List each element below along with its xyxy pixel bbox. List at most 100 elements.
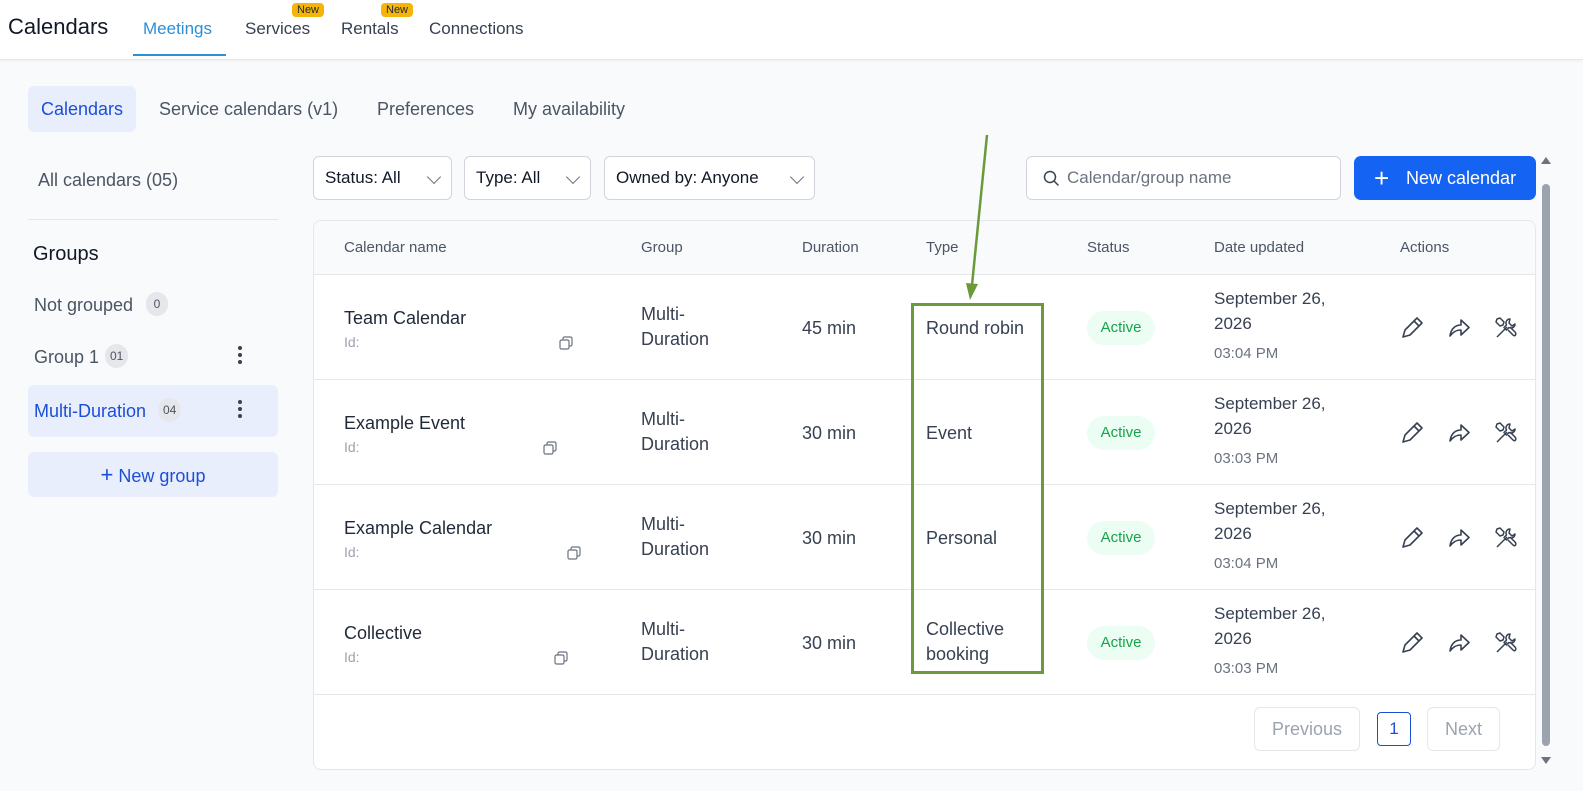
chevron-down-icon — [789, 169, 805, 185]
settings-tools-icon[interactable] — [1493, 630, 1519, 656]
group-item-group-1[interactable]: Group 1 01 — [28, 331, 278, 383]
status-filter-label: Status: All — [325, 168, 401, 187]
group-count-badge: 01 — [105, 344, 129, 368]
header-calendar-name: Calendar name — [344, 239, 447, 256]
search-icon — [1043, 170, 1059, 186]
tab-services[interactable]: Services — [245, 19, 310, 39]
scrollbar-thumb[interactable] — [1542, 184, 1550, 746]
status-badge: Active — [1087, 311, 1155, 345]
date-updated-line1: September 26, — [1214, 394, 1326, 413]
settings-tools-icon[interactable] — [1493, 315, 1519, 341]
annotation-highlight-box — [911, 303, 1044, 674]
calendar-name[interactable]: Example Calendar — [344, 518, 492, 539]
subtab-preferences[interactable]: Preferences — [364, 86, 487, 132]
new-badge-rentals: New — [381, 3, 414, 17]
share-icon[interactable] — [1446, 315, 1472, 341]
calendar-id: Id: — [344, 334, 360, 350]
group-cell-line1: Multi- — [641, 304, 685, 324]
new-group-label: New group — [118, 466, 206, 486]
groups-title: Groups — [33, 243, 99, 265]
settings-tools-icon[interactable] — [1493, 420, 1519, 446]
status-badge: Active — [1087, 521, 1155, 555]
calendar-id: Id: — [344, 544, 360, 560]
group-count-badge: 04 — [158, 398, 182, 422]
app-title: Calendars — [8, 14, 109, 39]
tab-connections[interactable]: Connections — [429, 19, 524, 39]
new-badge-services: New — [292, 3, 325, 17]
edit-pencil-icon[interactable] — [1399, 630, 1425, 656]
tab-meetings[interactable]: Meetings — [143, 19, 212, 39]
settings-tools-icon[interactable] — [1493, 525, 1519, 551]
edit-pencil-icon[interactable] — [1399, 420, 1425, 446]
group-label: Not grouped — [34, 295, 134, 315]
edit-pencil-icon[interactable] — [1399, 315, 1425, 341]
calendar-id: Id: — [344, 649, 360, 665]
plus-icon: + — [1374, 163, 1390, 193]
time-updated: 03:04 PM — [1214, 345, 1279, 362]
status-filter[interactable]: Status: All — [313, 156, 452, 200]
copy-icon[interactable] — [567, 546, 581, 560]
group-cell-line2: Duration — [641, 644, 710, 664]
subtab-service-calendars[interactable]: Service calendars (v1) — [146, 86, 351, 132]
header-group: Group — [641, 239, 683, 256]
search-input[interactable] — [1067, 157, 1337, 199]
group-cell-line1: Multi- — [641, 514, 685, 534]
edit-pencil-icon[interactable] — [1399, 525, 1425, 551]
share-icon[interactable] — [1446, 525, 1472, 551]
type-filter[interactable]: Type: All — [464, 156, 591, 200]
new-calendar-label: New calendar — [1406, 168, 1517, 188]
group-count-badge: 0 — [146, 292, 168, 316]
duration-cell: 30 min — [802, 528, 857, 548]
duration-cell: 30 min — [802, 633, 857, 653]
copy-icon[interactable] — [559, 336, 573, 350]
group-item-not-grouped[interactable]: Not grouped 0 — [28, 279, 278, 331]
header-duration: Duration — [802, 239, 859, 256]
date-updated-line1: September 26, — [1214, 289, 1326, 308]
copy-icon[interactable] — [543, 441, 557, 455]
previous-page-button[interactable]: Previous — [1254, 707, 1360, 751]
group-cell-line2: Duration — [641, 434, 710, 454]
status-badge: Active — [1087, 416, 1155, 450]
search-box — [1026, 156, 1341, 200]
group-menu-icon[interactable] — [232, 343, 248, 371]
new-group-button[interactable]: + New group — [28, 452, 278, 497]
type-filter-label: Type: All — [476, 168, 541, 187]
plus-icon: + — [100, 462, 114, 487]
date-updated-line1: September 26, — [1214, 499, 1326, 518]
time-updated: 03:03 PM — [1214, 660, 1279, 677]
calendar-name[interactable]: Team Calendar — [344, 308, 466, 329]
subtab-calendars[interactable]: Calendars — [28, 86, 137, 132]
chevron-down-icon — [426, 169, 442, 185]
group-menu-icon[interactable] — [232, 397, 248, 425]
time-updated: 03:04 PM — [1214, 555, 1279, 572]
new-calendar-button[interactable]: + New calendar — [1354, 156, 1536, 200]
owned-by-filter-label: Owned by: Anyone — [616, 168, 759, 187]
time-updated: 03:03 PM — [1214, 450, 1279, 467]
scroll-down-arrow-icon[interactable] — [1541, 757, 1551, 764]
sidebar-divider — [28, 219, 278, 220]
group-label: Group 1 — [34, 347, 100, 367]
next-page-button[interactable]: Next — [1427, 707, 1500, 751]
calendar-name[interactable]: Collective — [344, 623, 422, 644]
scroll-up-arrow-icon[interactable] — [1541, 157, 1551, 164]
share-icon[interactable] — [1446, 420, 1472, 446]
copy-icon[interactable] — [554, 651, 568, 665]
group-item-multi-duration[interactable]: Multi-Duration 04 — [28, 385, 278, 437]
group-cell-line1: Multi- — [641, 409, 685, 429]
calendar-name[interactable]: Example Event — [344, 413, 465, 434]
tab-rentals[interactable]: Rentals — [341, 19, 399, 39]
date-updated-line2: 2026 — [1214, 524, 1252, 543]
active-tab-indicator — [133, 54, 226, 56]
header-actions: Actions — [1400, 239, 1450, 256]
calendar-id: Id: — [344, 439, 360, 455]
share-icon[interactable] — [1446, 630, 1472, 656]
page-number-button[interactable]: 1 — [1377, 712, 1411, 746]
all-calendars-link[interactable]: All calendars (05) — [38, 170, 178, 191]
date-updated-line2: 2026 — [1214, 629, 1252, 648]
owned-by-filter[interactable]: Owned by: Anyone — [604, 156, 815, 200]
header-date-updated: Date updated — [1214, 239, 1305, 256]
chevron-down-icon — [565, 169, 581, 185]
date-updated-line2: 2026 — [1214, 419, 1252, 438]
subtab-my-availability[interactable]: My availability — [500, 86, 638, 132]
duration-cell: 30 min — [802, 423, 857, 443]
